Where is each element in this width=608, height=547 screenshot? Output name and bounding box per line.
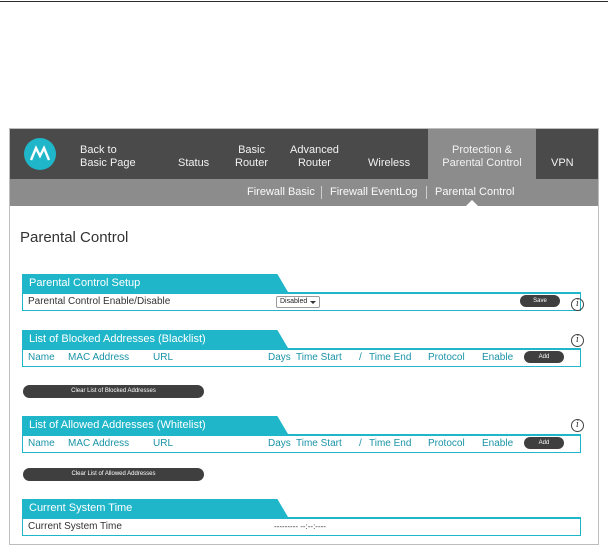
- main-nav: Back to Basic Page Status Basic Router A…: [10, 129, 598, 179]
- column-header-url: URL: [153, 438, 174, 449]
- setup-section-header: Parental Control Setup: [22, 274, 288, 292]
- router-admin-panel: Back to Basic Page Status Basic Router A…: [9, 128, 599, 545]
- chevron-down-icon: [310, 301, 317, 304]
- column-header-protocol: Protocol: [428, 438, 465, 449]
- subnav-firewall-eventlog[interactable]: Firewall EventLog: [330, 179, 417, 206]
- column-header-separator: /: [359, 438, 362, 449]
- nav-item-advanced-router[interactable]: Advanced Router: [290, 129, 346, 179]
- column-header-enable: Enable: [482, 352, 514, 363]
- nav-label: Basic Router: [235, 144, 269, 169]
- whitelist-section-header: List of Allowed Addresses (Whitelist): [22, 416, 288, 434]
- page-title: Parental Control: [20, 229, 129, 246]
- nav-label: VPN: [551, 157, 574, 169]
- nav-label: Wireless: [368, 157, 411, 169]
- info-icon[interactable]: i: [571, 334, 584, 347]
- info-icon[interactable]: i: [571, 419, 584, 432]
- sub-nav: Firewall Basic Firewall EventLog Parenta…: [10, 179, 598, 206]
- blacklist-header-row: Name MAC Address URL Days Time Start / T…: [22, 350, 581, 367]
- column-header-time-end: Time End: [369, 438, 412, 449]
- info-icon[interactable]: i: [571, 298, 584, 311]
- nav-item-vpn[interactable]: VPN: [551, 129, 581, 179]
- column-header-mac-address: MAC Address: [68, 438, 130, 449]
- column-header-days: Days: [268, 438, 291, 449]
- column-header-enable: Enable: [482, 438, 514, 449]
- nav-item-basic-router[interactable]: Basic Router: [235, 129, 271, 179]
- add-allowed-address-button[interactable]: Add: [524, 437, 564, 449]
- subnav-divider: [321, 186, 322, 199]
- column-header-name: Name: [28, 352, 55, 363]
- top-divider: [0, 1, 608, 2]
- add-blocked-address-button[interactable]: Add: [524, 351, 564, 363]
- system-time-row: Current System Time --------- --:--:----: [22, 519, 581, 536]
- setup-row: Parental Control Enable/Disable Disabled…: [22, 294, 581, 311]
- column-header-name: Name: [28, 438, 55, 449]
- active-tab-indicator: [466, 200, 478, 206]
- save-button[interactable]: Save: [520, 295, 560, 307]
- nav-item-back-to-basic[interactable]: Back to Basic Page: [80, 129, 160, 179]
- nav-label: Protection & Parental Control: [442, 144, 522, 169]
- system-time-section-header: Current System Time: [22, 499, 288, 517]
- subnav-firewall-basic[interactable]: Firewall Basic: [247, 179, 315, 206]
- select-value: Disabled: [280, 298, 308, 305]
- column-header-protocol: Protocol: [428, 352, 465, 363]
- nav-label: Status: [178, 157, 210, 169]
- nav-label: Back to Basic Page: [80, 144, 136, 169]
- motorola-logo-icon[interactable]: [24, 138, 56, 170]
- nav-label: Advanced Router: [290, 144, 339, 169]
- column-header-time-start: Time Start: [296, 352, 342, 363]
- system-time-value: --------- --:--:----: [274, 522, 326, 531]
- column-header-url: URL: [153, 352, 174, 363]
- column-header-time-end: Time End: [369, 352, 412, 363]
- subnav-divider: [426, 186, 427, 199]
- column-header-time-start: Time Start: [296, 438, 342, 449]
- nav-item-wireless[interactable]: Wireless: [368, 129, 416, 179]
- system-time-label: Current System Time: [28, 521, 122, 532]
- column-header-separator: /: [359, 352, 362, 363]
- column-header-days: Days: [268, 352, 291, 363]
- nav-item-status[interactable]: Status: [178, 129, 214, 179]
- clear-allowed-addresses-button[interactable]: Clear List of Allowed Addresses: [23, 468, 204, 481]
- parental-control-select[interactable]: Disabled: [276, 296, 321, 308]
- setup-row-label: Parental Control Enable/Disable: [28, 296, 171, 307]
- whitelist-header-row: Name MAC Address URL Days Time Start / T…: [22, 436, 581, 453]
- column-header-mac-address: MAC Address: [68, 352, 130, 363]
- nav-item-protection-parental-control[interactable]: Protection & Parental Control: [428, 129, 536, 179]
- blacklist-section-header: List of Blocked Addresses (Blacklist): [22, 330, 288, 348]
- clear-blocked-addresses-button[interactable]: Clear List of Blocked Addresses: [23, 385, 204, 398]
